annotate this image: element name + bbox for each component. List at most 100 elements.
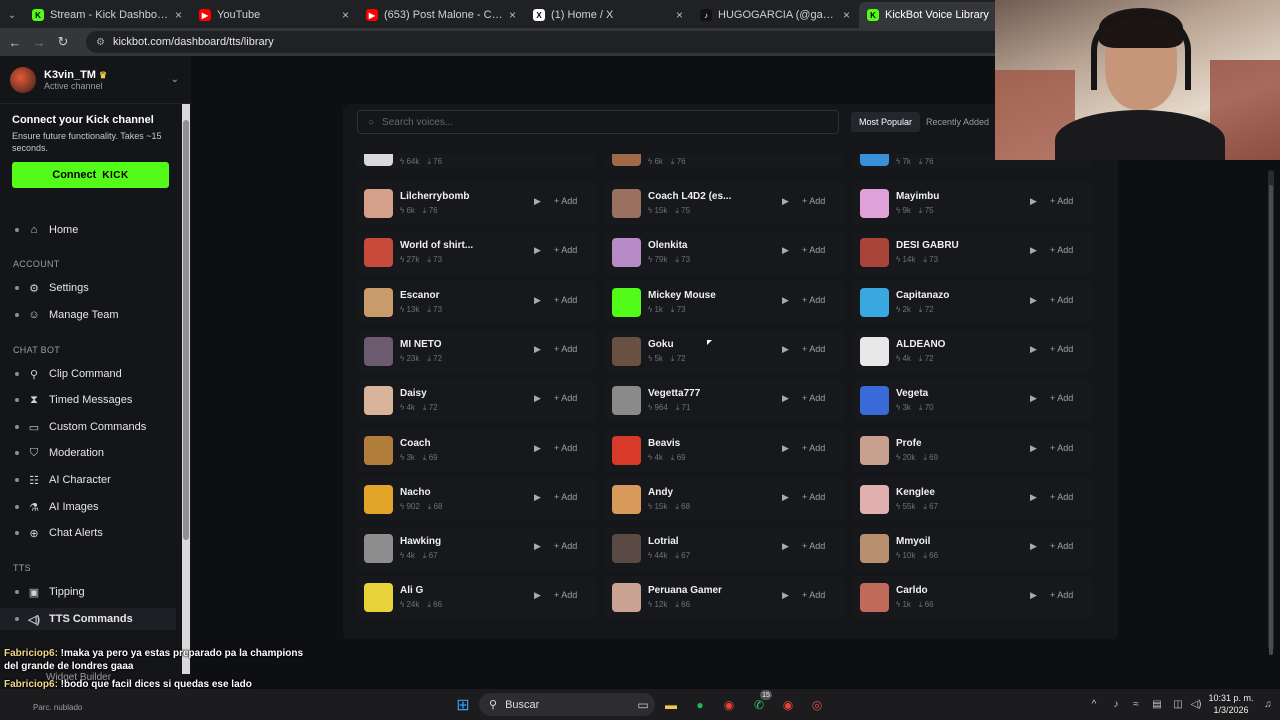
play-icon[interactable]: ▶ xyxy=(1030,492,1037,503)
play-icon[interactable]: ▶ xyxy=(782,492,789,503)
play-icon[interactable]: ▶ xyxy=(534,196,541,207)
voice-card[interactable]: ϟ 64k ⤓ 76 xyxy=(357,154,597,168)
add-voice-button[interactable]: + Add xyxy=(554,443,577,453)
play-icon[interactable]: ▶ xyxy=(534,245,541,256)
voice-card[interactable]: Kenglee ϟ 55k ⤓ 67 ▶ + Add xyxy=(853,477,1093,521)
add-voice-button[interactable]: + Add xyxy=(802,245,825,255)
play-icon[interactable]: ▶ xyxy=(782,196,789,207)
add-voice-button[interactable]: + Add xyxy=(1050,443,1073,453)
volume-icon[interactable]: ◁) xyxy=(1190,695,1202,714)
voice-card[interactable]: World of shirt... ϟ 27k ⤓ 73 ▶ + Add xyxy=(357,231,597,275)
sidebar-item-moderation[interactable]: ⛉ Moderation xyxy=(0,442,176,464)
add-voice-button[interactable]: + Add xyxy=(802,541,825,551)
notification-bell-icon[interactable]: ♫ xyxy=(1262,695,1274,714)
sidebar-item-manage-team[interactable]: ☺ Manage Team xyxy=(0,304,176,326)
sidebar-item-custom-commands[interactable]: ▭ Custom Commands xyxy=(0,416,176,438)
play-icon[interactable]: ▶ xyxy=(534,541,541,552)
add-voice-button[interactable]: + Add xyxy=(1050,541,1073,551)
voice-card[interactable]: MI NETO ϟ 23k ⤓ 72 ▶ + Add xyxy=(357,329,597,373)
play-icon[interactable]: ▶ xyxy=(782,245,789,256)
voice-card[interactable]: Mmyoil ϟ 10k ⤓ 66 ▶ + Add xyxy=(853,527,1093,571)
add-voice-button[interactable]: + Add xyxy=(554,393,577,403)
add-voice-button[interactable]: + Add xyxy=(802,590,825,600)
play-icon[interactable]: ▶ xyxy=(782,590,789,601)
voice-card[interactable]: Lotrial ϟ 44k ⤓ 67 ▶ + Add xyxy=(605,527,845,571)
add-voice-button[interactable]: + Add xyxy=(802,344,825,354)
add-voice-button[interactable]: + Add xyxy=(554,245,577,255)
add-voice-button[interactable]: + Add xyxy=(1050,245,1073,255)
play-icon[interactable]: ▶ xyxy=(782,295,789,306)
voice-card[interactable]: Coach L4D2 (es... ϟ 15k ⤓ 75 ▶ + Add xyxy=(605,182,845,225)
play-icon[interactable]: ▶ xyxy=(1030,196,1037,207)
voice-card[interactable]: Lilcherrybomb ϟ 6k ⤓ 76 ▶ + Add xyxy=(357,182,597,225)
keyboard-icon[interactable]: ▤ xyxy=(1150,695,1164,714)
play-icon[interactable]: ▶ xyxy=(782,393,789,404)
browser-tab[interactable]: ▶ YouTube × xyxy=(191,2,357,28)
add-voice-button[interactable]: + Add xyxy=(554,590,577,600)
browser-tab[interactable]: K Stream - Kick Dashboard × xyxy=(24,2,190,28)
reload-icon[interactable]: ↻ xyxy=(56,34,70,50)
tab-search-icon[interactable]: ⌄ xyxy=(0,2,24,28)
play-icon[interactable]: ▶ xyxy=(534,393,541,404)
back-icon[interactable]: ← xyxy=(8,35,22,50)
chrome-icon[interactable]: ◉ xyxy=(720,695,738,714)
add-voice-button[interactable]: + Add xyxy=(802,196,825,206)
voice-card[interactable]: Olenkita ϟ 79k ⤓ 73 ▶ + Add xyxy=(605,231,845,275)
voice-card[interactable]: Nacho ϟ 902 ⤓ 68 ▶ + Add xyxy=(357,477,597,521)
voice-card[interactable]: Daisy ϟ 4k ⤓ 72 ▶ + Add xyxy=(357,379,597,423)
sidebar-item-home[interactable]: ⌂ Home xyxy=(0,219,176,241)
task-view-icon[interactable]: ▭ xyxy=(634,695,652,714)
add-voice-button[interactable]: + Add xyxy=(802,295,825,305)
voice-card[interactable]: Mickey Mouse ϟ 1k ⤓ 73 ▶ + Add xyxy=(605,280,845,324)
play-icon[interactable]: ▶ xyxy=(782,541,789,552)
add-voice-button[interactable]: + Add xyxy=(554,541,577,551)
forward-icon[interactable]: → xyxy=(32,35,46,50)
search-input[interactable] xyxy=(382,116,823,128)
voice-card[interactable]: Ali G ϟ 24k ⤓ 66 ▶ + Add xyxy=(357,576,597,620)
add-voice-button[interactable]: + Add xyxy=(1050,590,1073,600)
add-voice-button[interactable]: + Add xyxy=(1050,344,1073,354)
browser-tab[interactable]: ▶ (653) Post Malone - Congratula × xyxy=(358,2,524,28)
voice-card[interactable]: Beavis ϟ 4k ⤓ 69 ▶ + Add xyxy=(605,428,845,472)
close-tab-icon[interactable]: × xyxy=(342,8,349,22)
voice-card[interactable]: Escanor ϟ 13k ⤓ 73 ▶ + Add xyxy=(357,280,597,324)
add-voice-button[interactable]: + Add xyxy=(554,196,577,206)
close-tab-icon[interactable]: × xyxy=(175,8,182,22)
close-tab-icon[interactable]: × xyxy=(843,8,850,22)
voice-card[interactable]: Coach ϟ 3k ⤓ 69 ▶ + Add xyxy=(357,428,597,472)
site-info-icon[interactable]: ⚙ xyxy=(96,37,105,48)
microphone-icon[interactable]: ♪ xyxy=(1110,695,1122,714)
voice-card[interactable]: Andy ϟ 15k ⤓ 68 ▶ + Add xyxy=(605,477,845,521)
folder-icon[interactable]: ▬ xyxy=(662,695,680,714)
browser-tab[interactable]: X (1) Home / X × xyxy=(525,2,691,28)
channel-switcher[interactable]: K3vin_TM ♛ Active channel ⌄ xyxy=(0,56,191,104)
add-voice-button[interactable]: + Add xyxy=(802,393,825,403)
filter-most-popular[interactable]: Most Popular xyxy=(851,112,921,132)
voice-card[interactable]: Vegeta ϟ 3k ⤓ 70 ▶ + Add xyxy=(853,379,1093,423)
taskbar-clock[interactable]: 10:31 p. m. 1/3/2026 xyxy=(1208,692,1254,716)
sidebar-item-chat-alerts[interactable]: ⊕ Chat Alerts xyxy=(0,522,176,544)
add-voice-button[interactable]: + Add xyxy=(1050,196,1073,206)
sidebar-scrollbar-thumb[interactable] xyxy=(183,120,189,540)
play-icon[interactable]: ▶ xyxy=(1030,541,1037,552)
chevron-up-icon[interactable]: ^ xyxy=(1088,695,1100,714)
sidebar-item-timed-messages[interactable]: ⧗ Timed Messages xyxy=(0,389,176,411)
taskbar-search[interactable]: ⚲ Buscar xyxy=(479,693,655,716)
sidebar-item-settings[interactable]: ⚙ Settings xyxy=(0,277,176,299)
sidebar-item-clip-command[interactable]: ⚲ Clip Command xyxy=(0,363,176,385)
page-scrollbar-thumb[interactable] xyxy=(1269,185,1273,655)
play-icon[interactable]: ▶ xyxy=(534,492,541,503)
sidebar-item-tts-commands[interactable]: ◁) TTS Commands xyxy=(0,608,176,630)
close-tab-icon[interactable]: × xyxy=(676,8,683,22)
sidebar-item-ai-images[interactable]: ⚗ AI Images xyxy=(0,496,176,518)
add-voice-button[interactable]: + Add xyxy=(554,492,577,502)
app-icon[interactable]: ◎ xyxy=(808,695,826,714)
voice-card[interactable]: ALDEANO ϟ 4k ⤓ 72 ▶ + Add xyxy=(853,329,1093,373)
play-icon[interactable]: ▶ xyxy=(534,344,541,355)
windows-start-icon[interactable]: ⊞ xyxy=(454,695,472,714)
play-icon[interactable]: ▶ xyxy=(782,344,789,355)
chevron-down-icon[interactable]: ⌄ xyxy=(171,74,179,85)
voice-card[interactable]: ϟ 6k ⤓ 76 xyxy=(605,154,845,168)
play-icon[interactable]: ▶ xyxy=(1030,443,1037,454)
spotify-icon[interactable]: ● xyxy=(691,695,709,714)
